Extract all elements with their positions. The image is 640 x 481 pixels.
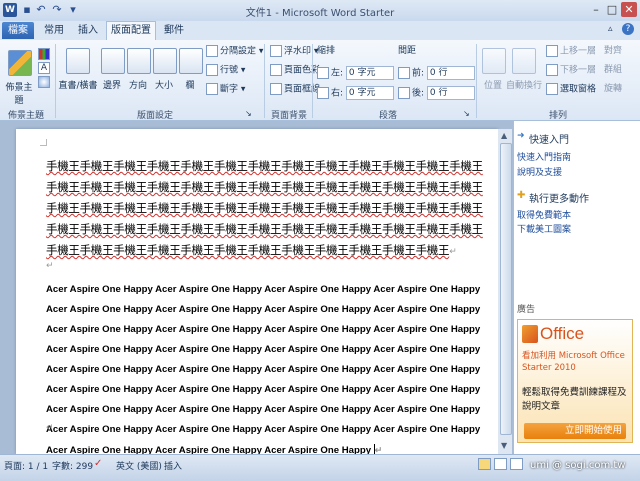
ad-body: 輕鬆取得免費訓練課程及說明文章 <box>522 387 627 412</box>
columns-button[interactable]: 欄 <box>175 78 205 91</box>
page-setup-group-label: 版面設定 <box>136 111 173 121</box>
spacing-before-field[interactable]: 前: 0 行 <box>398 66 475 80</box>
page-count[interactable]: 頁面: 1 / 1 <box>4 459 48 472</box>
selection-pane-button[interactable]: 選取窗格 <box>546 83 596 96</box>
maximize-icon[interactable]: □ <box>604 2 620 17</box>
themes-button[interactable]: 佈景主題 <box>2 80 36 106</box>
hyphenation-button[interactable]: 斷字 ▾ <box>206 83 245 96</box>
tab-page-layout[interactable]: 版面配置 <box>106 21 156 41</box>
page-color-icon <box>270 64 282 76</box>
dialog-launcher-icon[interactable]: ↘ <box>463 109 470 118</box>
page-borders-icon <box>270 83 282 95</box>
getting-started-guide-link[interactable]: 快速入門指南 <box>517 150 571 163</box>
paragraph-group-label: 段落 <box>378 111 397 121</box>
do-more-title: 執行更多動作 <box>529 194 589 205</box>
wrap-text-button[interactable]: 自動換行 <box>504 78 544 91</box>
indent-title: 縮排 <box>317 46 336 56</box>
scroll-up-icon[interactable]: ▲ <box>501 131 507 140</box>
download-clipart-link[interactable]: 下載美工圖案 <box>517 222 571 235</box>
page-background-group-label: 頁面背景 <box>270 111 307 121</box>
themes-icon[interactable] <box>8 50 32 76</box>
bring-forward-icon <box>546 45 558 57</box>
rotate-button[interactable]: 旋轉 <box>604 83 622 96</box>
scroll-down-icon[interactable]: ▼ <box>501 441 507 450</box>
full-screen-icon[interactable] <box>494 458 507 470</box>
spacing-title: 間距 <box>398 46 417 56</box>
ad-cta-button[interactable]: 立即開始使用 <box>524 423 626 439</box>
spacing-before-icon <box>398 67 410 79</box>
spacing-after-field[interactable]: 後: 0 行 <box>398 86 475 100</box>
english-paragraph[interactable]: Acer Aspire One Happy Acer Aspire One Ha… <box>46 280 482 461</box>
minimize-icon[interactable]: – <box>588 2 604 17</box>
group-divider <box>312 44 313 118</box>
hyphenation-icon <box>206 83 218 95</box>
word-count[interactable]: 字數: 299 <box>52 459 93 472</box>
empty-paragraph-mark: ↵ <box>46 261 54 271</box>
help-icon[interactable]: ? <box>622 23 634 35</box>
selection-pane-icon <box>546 83 558 95</box>
fonts-icon[interactable]: A <box>38 62 50 74</box>
free-templates-link[interactable]: 取得免費範本 <box>517 208 571 221</box>
colors-icon[interactable] <box>38 48 50 60</box>
close-icon[interactable]: ✕ <box>621 2 637 17</box>
minimize-ribbon-icon[interactable]: ▵ <box>608 24 613 34</box>
tab-home[interactable]: 常用 <box>38 22 70 39</box>
bring-forward-button[interactable]: 上移一層 <box>546 45 596 58</box>
vertical-scrollbar[interactable]: ▲ ▼ <box>498 129 512 454</box>
empty-paragraph-mark: ↵ <box>46 423 54 433</box>
indent-right-icon <box>317 87 329 99</box>
proofing-icon[interactable]: ✓ <box>94 458 102 469</box>
arrow-right-icon: ➜ <box>517 131 525 141</box>
line-numbers-icon <box>206 64 218 76</box>
breaks-icon <box>206 45 218 57</box>
plus-icon: ✚ <box>517 190 526 201</box>
indent-right-field[interactable]: 右: 0 字元 <box>317 86 394 100</box>
group-button[interactable]: 群組 <box>604 64 622 77</box>
language-indicator[interactable]: 英文 (美國) <box>116 459 162 472</box>
getting-started-title: 快速入門 <box>529 135 569 146</box>
ad-headline: 看加利用 Microsoft Office Starter 2010 <box>522 351 625 373</box>
office-logo-icon <box>522 325 538 343</box>
text-direction-button[interactable]: 直書/橫書 <box>58 78 98 91</box>
scrollbar-thumb[interactable] <box>500 143 512 435</box>
chinese-paragraph[interactable]: 手機王手機王手機王手機王手機王手機王手機王手機王手機王手機王手機王手機王手機王手… <box>46 156 486 263</box>
send-backward-icon <box>546 64 558 76</box>
group-divider <box>55 44 56 118</box>
align-button[interactable]: 對齊 <box>604 45 622 58</box>
themes-group-label: 佈景主題 <box>7 111 44 121</box>
dialog-launcher-icon[interactable]: ↘ <box>245 109 252 118</box>
indent-left-icon <box>317 67 329 79</box>
title-bar: W ▪ ↶ ↷ ▾ 文件1 - Microsoft Word Starter –… <box>0 0 640 21</box>
tab-file[interactable]: 檔案 <box>2 22 34 39</box>
breaks-button[interactable]: 分隔設定 ▾ <box>206 45 263 58</box>
wrap-text-icon[interactable] <box>512 48 536 74</box>
group-divider <box>264 44 265 118</box>
office-brand: Office <box>540 324 585 343</box>
document-page[interactable]: 手機王手機王手機王手機王手機王手機王手機王手機王手機王手機王手機王手機王手機王手… <box>16 129 498 457</box>
position-icon[interactable] <box>482 48 506 74</box>
text-boundary-mark <box>40 139 47 146</box>
watermark-icon <box>270 45 282 57</box>
size-icon[interactable] <box>153 48 177 74</box>
effects-icon[interactable] <box>38 76 50 88</box>
office-ad-banner[interactable]: Office 看加利用 Microsoft Office Starter 201… <box>517 319 633 443</box>
margins-icon[interactable] <box>101 48 125 74</box>
tab-mailings[interactable]: 郵件 <box>158 22 190 39</box>
insert-mode[interactable]: 插入 <box>164 459 182 472</box>
arrange-group-label: 排列 <box>548 111 567 121</box>
line-numbers-button[interactable]: 行號 ▾ <box>206 64 245 77</box>
indent-left-field[interactable]: 左: 0 字元 <box>317 66 394 80</box>
orientation-icon[interactable] <box>127 48 151 74</box>
columns-icon[interactable] <box>179 48 203 74</box>
text-direction-icon[interactable] <box>66 48 90 74</box>
spacing-after-icon <box>398 87 410 99</box>
ad-label: 廣告 <box>517 305 536 315</box>
send-backward-button[interactable]: 下移一層 <box>546 64 596 77</box>
print-layout-icon[interactable] <box>478 458 491 470</box>
tab-insert[interactable]: 插入 <box>72 22 104 39</box>
watermark-credit: umi @ sogi.com.tw <box>530 460 626 471</box>
help-support-link[interactable]: 說明及支援 <box>517 165 562 178</box>
window-title: 文件1 - Microsoft Word Starter <box>245 8 395 19</box>
web-layout-icon[interactable] <box>510 458 523 470</box>
